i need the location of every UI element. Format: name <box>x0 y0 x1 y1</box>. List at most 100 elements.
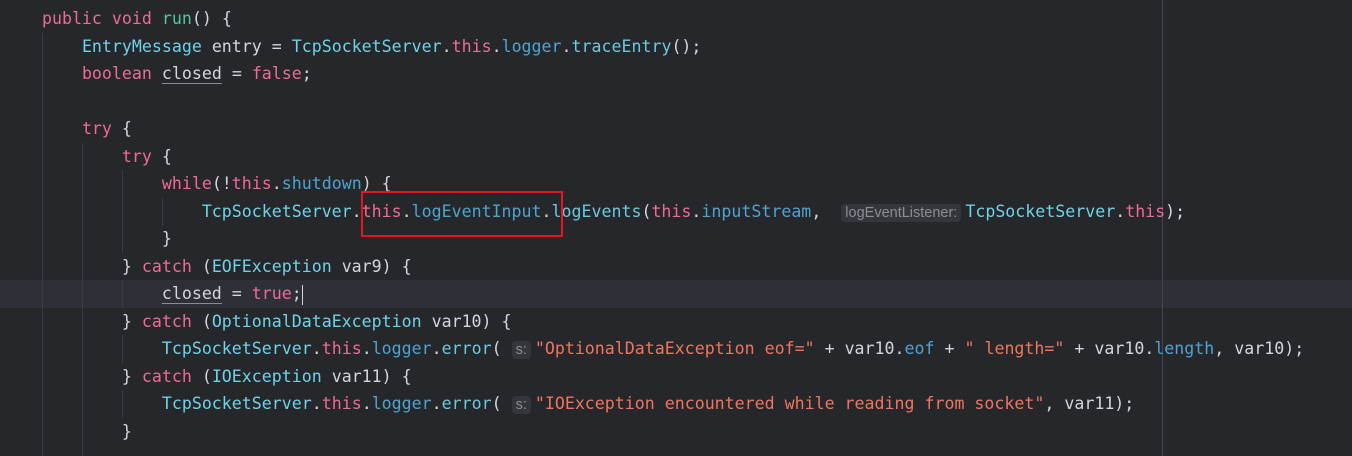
red-annotation-box <box>361 191 563 237</box>
code-token: } <box>121 421 132 441</box>
code-token: ; <box>301 64 312 83</box>
code-line[interactable]: closed = true; <box>2 280 303 307</box>
keyword-token: try <box>81 119 112 138</box>
keyword-token: boolean <box>81 64 152 83</box>
code-token: TcpSocketServer <box>161 339 312 358</box>
code-token: . <box>311 394 322 413</box>
keyword-token: true <box>251 284 292 303</box>
code-token: . <box>311 339 322 358</box>
code-token: ( <box>641 201 652 221</box>
code-token: . <box>1115 201 1126 221</box>
code-token: ( <box>191 366 212 386</box>
text-caret <box>301 284 303 305</box>
code-token: = <box>221 64 252 83</box>
code-token: . <box>361 394 372 413</box>
code-token: . <box>561 36 572 56</box>
code-token: var9) { <box>331 256 412 276</box>
string-literal: "OptionalDataException eof=" <box>534 339 815 358</box>
keyword-token: this <box>231 174 272 193</box>
code-token: + <box>934 339 965 358</box>
keyword-token: try <box>121 146 152 166</box>
code-line[interactable]: TcpSocketServer.this.logger.error( s: "Op… <box>2 335 1304 362</box>
keyword-token: this <box>321 339 362 358</box>
code-line[interactable]: while(!this.shutdown) { <box>2 170 392 197</box>
code-line[interactable]: } catch (IOException var11) { <box>2 363 412 390</box>
code-token: . <box>361 339 372 358</box>
code-token: ); <box>1165 201 1186 221</box>
keyword-token: this <box>1125 201 1166 221</box>
code-token: var11) { <box>321 366 412 386</box>
right-margin-guide <box>1162 0 1163 456</box>
code-token: . <box>431 394 442 413</box>
keyword-token: false <box>251 64 302 83</box>
code-token: } <box>121 311 142 331</box>
code-token: logger <box>501 36 562 56</box>
code-token: shutdown <box>281 174 362 193</box>
code-line[interactable]: try { <box>2 115 132 142</box>
code-token: . <box>431 339 442 358</box>
code-token: entry = <box>201 36 292 56</box>
code-token: . <box>271 174 282 193</box>
code-line[interactable]: public void run() { <box>2 5 232 32</box>
code-token: TcpSocketServer <box>161 394 312 413</box>
keyword-token: this <box>451 36 492 56</box>
code-line[interactable]: } <box>2 225 172 252</box>
code-token: EOFException <box>211 256 332 276</box>
code-token: eof <box>904 339 935 358</box>
code-token: { <box>151 146 172 166</box>
code-line[interactable]: } catch (OptionalDataException var10) { <box>2 308 512 335</box>
code-token: ; <box>291 284 302 303</box>
code-token: () { <box>191 9 232 28</box>
keyword-token: while <box>161 174 212 193</box>
code-token: EntryMessage <box>81 36 202 56</box>
code-token: error <box>441 394 492 413</box>
parameter-hint: logEventListener: <box>841 203 962 222</box>
code-token: ( <box>191 256 212 276</box>
code-token: TcpSocketServer <box>965 201 1116 221</box>
code-token: . <box>441 36 452 56</box>
code-token: { <box>111 119 132 138</box>
code-editor[interactable]: public void run() { EntryMessage entry =… <box>0 0 1352 456</box>
code-token: closed <box>161 284 222 303</box>
keyword-token: catch <box>141 311 192 331</box>
code-token: } <box>121 366 142 386</box>
code-token: IOException <box>211 366 322 386</box>
code-token: run <box>161 9 192 28</box>
code-token: ( <box>191 311 212 331</box>
code-token: (! <box>211 174 232 193</box>
code-token: closed <box>161 64 222 83</box>
keyword-token: catch <box>141 256 192 276</box>
code-token: error <box>441 339 492 358</box>
code-token: , var10); <box>1214 339 1305 358</box>
code-token: , var11); <box>1044 394 1135 413</box>
code-line[interactable]: try { <box>2 143 172 170</box>
parameter-hint: s: <box>511 341 531 359</box>
code-token: logger <box>371 394 432 413</box>
code-token: logger <box>371 339 432 358</box>
code-line[interactable]: TcpSocketServer.this.logger.error( s: "IO… <box>2 390 1134 417</box>
code-token: + var10. <box>814 339 905 358</box>
parameter-hint: s: <box>511 396 531 414</box>
code-token: traceEntry <box>571 36 672 56</box>
code-token: . <box>691 201 702 221</box>
code-token: TcpSocketServer <box>201 201 352 221</box>
code-token: } <box>121 256 142 276</box>
code-token: OptionalDataException <box>211 311 422 331</box>
code-line[interactable]: } <box>2 418 132 445</box>
code-token: logEvents <box>551 201 642 221</box>
code-line[interactable]: } catch (EOFException var9) { <box>2 253 412 280</box>
code-line[interactable]: TcpSocketServer.this.logEventInput.logEv… <box>2 198 1185 225</box>
code-token: ( <box>491 339 512 358</box>
keyword-token: this <box>321 394 362 413</box>
code-token: ( <box>491 394 512 413</box>
code-token: (); <box>671 36 702 56</box>
code-line[interactable]: EntryMessage entry = TcpSocketServer.thi… <box>2 33 701 60</box>
code-token: length <box>1154 339 1215 358</box>
keyword-token: catch <box>141 366 192 386</box>
code-token: inputStream <box>701 201 812 221</box>
code-token: = <box>221 284 252 303</box>
code-line[interactable]: boolean closed = false; <box>2 60 312 87</box>
code-token: + var10. <box>1064 339 1155 358</box>
